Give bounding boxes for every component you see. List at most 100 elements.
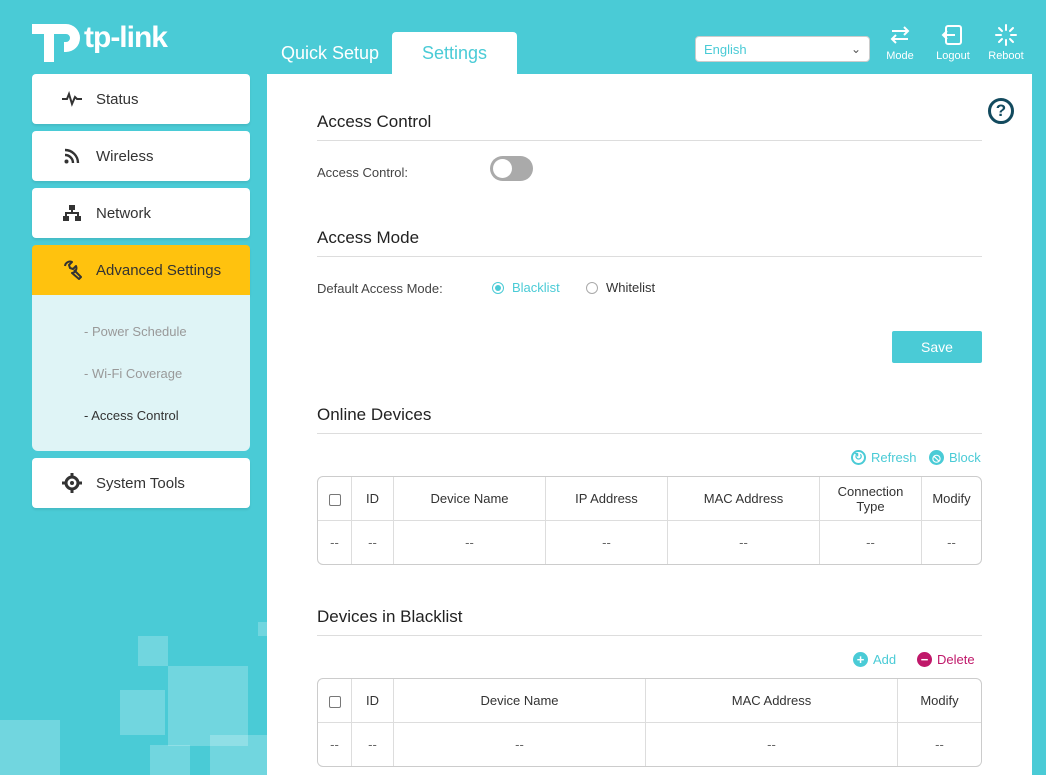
sidebar-item-wireless[interactable]: Wireless [32, 131, 250, 181]
column-header: IP Address [546, 477, 668, 521]
sidebar-item-label: System Tools [96, 474, 185, 492]
select-all-checkbox[interactable] [328, 493, 341, 506]
table-cell: -- [668, 521, 820, 564]
mode-label: Mode [886, 50, 914, 62]
main-panel: ? Access Control Access Control: Access … [267, 74, 1032, 775]
brand-logo: tp-link [30, 12, 168, 64]
radio-label: Blacklist [512, 280, 560, 295]
sidebar-item-label: Advanced Settings [96, 261, 222, 279]
decorative-square [168, 666, 248, 746]
table-row: -- -- -- -- -- -- -- [318, 521, 981, 564]
default-access-mode-label: Default Access Mode: [317, 281, 443, 296]
delete-button[interactable]: − Delete [917, 652, 975, 667]
column-header: Device Name [394, 679, 646, 723]
block-button[interactable]: ⦸ Block [929, 450, 981, 465]
sidebar-item-system-tools[interactable]: System Tools [32, 458, 250, 508]
brand-name: tp-link [84, 21, 168, 54]
block-icon: ⦸ [929, 450, 944, 465]
access-mode-title: Access Mode [317, 228, 982, 257]
table-cell: -- [318, 521, 352, 564]
column-header: Connection Type [820, 477, 922, 521]
tab-quick-setup[interactable]: Quick Setup [268, 32, 392, 74]
select-all-cell [318, 477, 352, 521]
add-button[interactable]: + Add [853, 652, 896, 667]
block-label: Block [949, 450, 981, 465]
table-cell: -- [394, 723, 646, 766]
pulse-icon [58, 91, 86, 107]
help-icon[interactable]: ? [988, 98, 1014, 124]
submenu-item-wifi-coverage[interactable]: - Wi-Fi Coverage [84, 366, 182, 381]
submenu-item-access-control[interactable]: - Access Control [84, 408, 179, 423]
advanced-submenu: - Power Schedule - Wi-Fi Coverage - Acce… [32, 295, 250, 451]
gear-icon [58, 473, 86, 493]
sidebar-item-label: Wireless [96, 147, 154, 165]
decorative-square [120, 690, 165, 735]
column-header: Device Name [394, 477, 546, 521]
reboot-icon [995, 24, 1017, 46]
column-header: ID [352, 477, 394, 521]
radio-dot [586, 281, 598, 294]
toggle-knob [493, 159, 512, 178]
blacklist-table: ID Device Name MAC Address Modify -- -- … [317, 678, 982, 767]
wrench-icon [58, 260, 86, 280]
column-header: Modify [922, 477, 981, 521]
table-cell: -- [352, 521, 394, 564]
add-icon: + [853, 652, 868, 667]
sidebar-item-label: Status [96, 90, 139, 108]
table-cell: -- [820, 521, 922, 564]
select-all-cell [318, 679, 352, 723]
radio-whitelist[interactable]: Whitelist [586, 280, 655, 295]
column-header: ID [352, 679, 394, 723]
access-control-toggle[interactable] [490, 156, 533, 181]
mode-button[interactable]: Mode [875, 24, 925, 62]
blacklist-title: Devices in Blacklist [317, 607, 982, 636]
online-devices-table: ID Device Name IP Address MAC Address Co… [317, 476, 982, 565]
language-select[interactable]: English ⌄ [695, 36, 870, 62]
wifi-signal-icon [58, 147, 86, 165]
chevron-down-icon: ⌄ [850, 42, 861, 56]
table-header-row: ID Device Name MAC Address Modify [318, 679, 981, 723]
delete-icon: − [917, 652, 932, 667]
column-header: MAC Address [646, 679, 898, 723]
logout-label: Logout [936, 50, 970, 62]
access-control-label: Access Control: [317, 165, 409, 180]
access-control-title: Access Control [317, 112, 982, 141]
select-all-checkbox[interactable] [328, 695, 341, 708]
submenu-item-label: Power Schedule [91, 324, 187, 339]
refresh-icon: ↻ [851, 450, 866, 465]
sidebar-item-advanced-settings[interactable]: Advanced Settings [32, 245, 250, 295]
table-cell: -- [318, 723, 352, 766]
logout-icon [941, 25, 962, 45]
delete-label: Delete [937, 652, 975, 667]
language-selected-value: English [704, 41, 747, 57]
mode-icon [890, 26, 910, 44]
refresh-button[interactable]: ↻ Refresh [851, 450, 917, 465]
radio-blacklist[interactable]: Blacklist [492, 280, 560, 295]
sidebar-item-label: Network [96, 204, 152, 222]
logout-button[interactable]: Logout [928, 24, 978, 62]
decorative-square [138, 636, 168, 666]
online-devices-title: Online Devices [317, 405, 982, 434]
add-label: Add [873, 652, 897, 667]
table-cell: -- [947, 535, 956, 550]
sidebar-item-status[interactable]: Status [32, 74, 250, 124]
save-button[interactable]: Save [892, 331, 982, 363]
table-cell: -- [646, 723, 898, 766]
radio-dot [492, 281, 504, 294]
network-icon [58, 204, 86, 222]
column-header: MAC Address [668, 477, 820, 521]
table-row: -- -- -- -- -- [318, 723, 981, 766]
decorative-square [258, 622, 267, 636]
column-header: Modify [898, 679, 981, 723]
refresh-label: Refresh [871, 450, 917, 465]
sidebar-item-network[interactable]: Network [32, 188, 250, 238]
radio-label: Whitelist [606, 280, 656, 295]
tab-settings[interactable]: Settings [392, 32, 517, 74]
decorative-square [210, 735, 267, 775]
submenu-item-power-schedule[interactable]: - Power Schedule [84, 324, 187, 339]
reboot-button[interactable]: Reboot [981, 24, 1031, 62]
decorative-square [0, 720, 60, 775]
table-cell: -- [546, 521, 668, 564]
table-cell: -- [394, 521, 546, 564]
decorative-square [150, 745, 190, 775]
